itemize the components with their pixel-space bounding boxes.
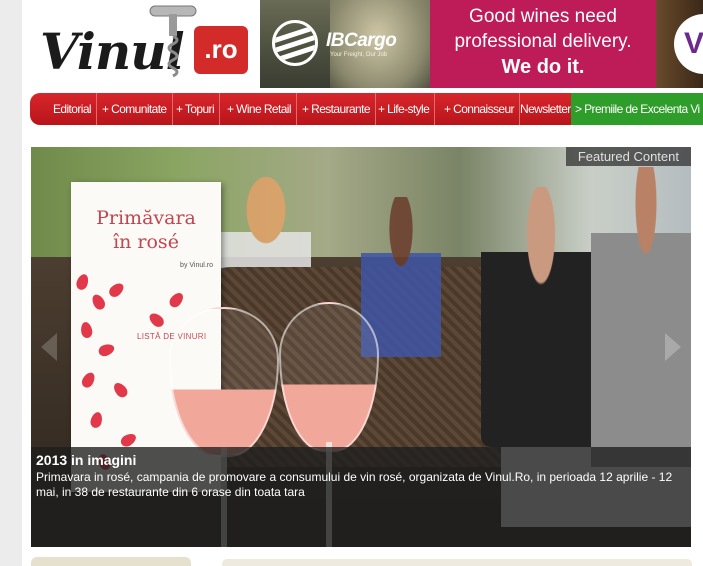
petal-decoration — [79, 321, 94, 339]
main-nav: Editorial + Comunitate + Topuri + Wine R… — [30, 93, 703, 125]
petal-decoration — [167, 290, 186, 310]
ad-banner-partial[interactable]: V — [656, 0, 703, 88]
content-tab-right — [222, 559, 692, 566]
menu-card-title-line-1: Primăvara — [96, 207, 196, 229]
nav-item-life-style[interactable]: + Life-style — [373, 93, 436, 125]
ad-line-2: professional delivery. — [454, 31, 632, 52]
petal-decoration — [146, 310, 167, 330]
menu-card-title-line-2: în rosé — [113, 231, 179, 253]
petal-decoration — [79, 370, 98, 390]
nav-item-editorial[interactable]: Editorial — [48, 93, 97, 125]
menu-card-by: by Vinul.ro — [180, 262, 213, 269]
petal-decoration — [111, 380, 130, 400]
petal-decoration — [89, 292, 108, 312]
ad-brand-name: IBCargo — [326, 30, 397, 51]
ad-line-1: Good wines need — [469, 6, 617, 27]
featured-slider[interactable]: Primăvara în rosé by Vinul.ro LISTĂ DE V… — [31, 147, 691, 547]
corkscrew-icon — [149, 5, 197, 78]
page: Vinul .ro IBCargo Your Freight, Our Job … — [22, 0, 703, 566]
featured-content-label: Featured Content — [565, 147, 691, 166]
ad-partial-mark: V — [674, 14, 703, 74]
petal-decoration — [97, 342, 116, 358]
slider-prev-arrow-icon[interactable] — [41, 333, 57, 361]
nav-item-comunitate[interactable]: + Comunitate — [97, 93, 173, 125]
logo-domain-badge: .ro — [194, 26, 248, 74]
ad-line-3: We do it. — [501, 56, 585, 78]
slide-person-man — [591, 167, 691, 467]
globe-icon — [272, 20, 318, 66]
content-tab-left — [31, 557, 191, 566]
petal-decoration — [89, 410, 104, 430]
nav-item-premiile[interactable]: > Premiile de Excelenta Vi — [571, 93, 703, 125]
ad-brand-tagline: Your Freight, Our Job — [330, 52, 388, 58]
nav-item-topuri[interactable]: + Topuri — [171, 93, 221, 125]
nav-item-connaisseur[interactable]: + Connaisseur — [439, 93, 520, 125]
nav-item-restaurante[interactable]: + Restaurante — [297, 93, 376, 125]
slider-next-arrow-icon[interactable] — [665, 333, 681, 361]
slide-caption-text: Primavara in rosé, campania de promovare… — [36, 470, 673, 499]
nav-item-newsletter[interactable]: Newsletter — [515, 93, 577, 125]
petal-decoration — [74, 272, 91, 292]
site-logo[interactable]: Vinul .ro — [40, 0, 280, 88]
slide-caption[interactable]: 2013 in imagini Primavara in rosé, campa… — [31, 447, 691, 547]
ad-banner-ibcargo[interactable]: IBCargo Your Freight, Our Job — [260, 0, 430, 88]
petal-decoration — [106, 280, 127, 300]
slide-caption-title[interactable]: 2013 in imagini — [36, 451, 686, 469]
slide-person-woman — [481, 187, 601, 447]
nav-item-wine-retail[interactable]: + Wine Retail — [222, 93, 297, 125]
ad-banner-delivery[interactable]: Good wines need professional delivery. W… — [430, 0, 656, 88]
menu-card-title: Primăvara în rosé — [71, 206, 221, 254]
